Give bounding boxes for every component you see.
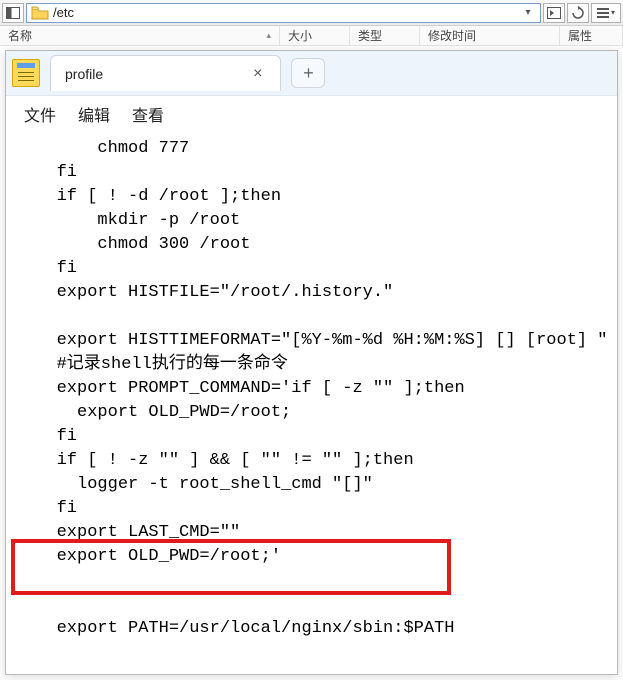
- column-attr[interactable]: 属性: [560, 26, 623, 45]
- editor-menubar: 文件 编辑 查看: [6, 95, 617, 131]
- path-toolbar: /etc ▾ ▾: [0, 0, 623, 26]
- close-icon[interactable]: ×: [253, 65, 262, 83]
- tab-profile[interactable]: profile ×: [50, 55, 281, 91]
- menu-edit[interactable]: 编辑: [78, 102, 110, 126]
- path-input[interactable]: /etc ▾: [26, 3, 541, 23]
- code-text: chmod 777 fi if [ ! -d /root ];then mkdi…: [6, 137, 617, 641]
- path-text: /etc: [53, 5, 74, 20]
- path-dropdown-icon[interactable]: ▾: [520, 7, 536, 18]
- notepad-window: profile × + 文件 编辑 查看 chmod 777 fi if [ !…: [5, 50, 618, 675]
- editor-tabbar: profile × +: [6, 51, 617, 95]
- notepad-icon: [12, 59, 40, 87]
- file-list-header: 名称▴ 大小 类型 修改时间 属性: [0, 26, 623, 46]
- menu-view[interactable]: 查看: [132, 102, 164, 126]
- column-modified[interactable]: 修改时间: [420, 26, 560, 45]
- refresh-button[interactable]: [567, 3, 589, 23]
- sort-asc-icon: ▴: [266, 30, 271, 41]
- editor-content[interactable]: chmod 777 fi if [ ! -d /root ];then mkdi…: [6, 131, 617, 674]
- column-type[interactable]: 类型: [350, 26, 420, 45]
- column-size[interactable]: 大小: [280, 26, 350, 45]
- tab-title: profile: [65, 66, 103, 82]
- history-toggle-button[interactable]: [543, 3, 565, 23]
- panel-toggle-button[interactable]: [2, 3, 24, 23]
- column-name[interactable]: 名称▴: [0, 26, 280, 45]
- folder-icon: [31, 5, 49, 21]
- new-tab-button[interactable]: +: [291, 58, 325, 88]
- menu-file[interactable]: 文件: [24, 102, 56, 126]
- view-mode-button[interactable]: ▾: [591, 3, 621, 23]
